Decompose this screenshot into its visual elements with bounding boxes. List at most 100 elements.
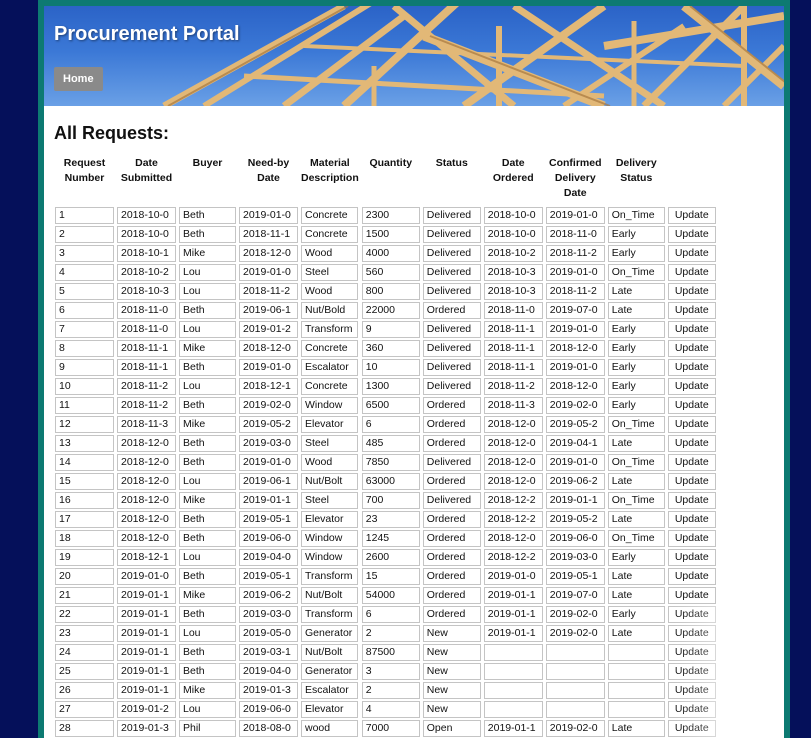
confirmed-delivery-date-field[interactable]: 2019-06-2 <box>545 473 605 490</box>
date-submitted-field[interactable]: 2019-01-3 <box>117 720 176 737</box>
buyer-field[interactable]: Lou <box>179 283 236 300</box>
material-description-field[interactable]: Generator <box>301 625 358 642</box>
confirmed-delivery-date-field[interactable]: 2019-05-2 <box>545 511 605 528</box>
quantity-field[interactable]: 15 <box>361 568 420 585</box>
need-by-date-field[interactable]: 2018-11-1 <box>239 226 298 243</box>
request-number-field[interactable]: 22 <box>55 606 114 623</box>
quantity-field[interactable]: 7000 <box>361 720 420 737</box>
buyer-field[interactable]: Beth <box>179 397 236 414</box>
buyer-field[interactable]: Beth <box>179 435 236 452</box>
request-number-field[interactable]: 15 <box>55 473 114 490</box>
quantity-field[interactable]: 2300 <box>361 207 420 224</box>
quantity-field[interactable]: 1245 <box>361 530 420 547</box>
date-submitted-field[interactable]: 2018-10-0 <box>117 207 176 224</box>
request-number-field[interactable]: 4 <box>55 264 114 281</box>
delivery-status-field[interactable]: Late <box>607 435 665 452</box>
material-description-field[interactable]: Window <box>301 549 358 566</box>
date-submitted-field[interactable]: 2018-12-0 <box>117 435 176 452</box>
date-submitted-field[interactable]: 2018-12-0 <box>117 473 176 490</box>
buyer-field[interactable]: Mike <box>179 492 236 509</box>
need-by-date-field[interactable]: 2019-01-0 <box>239 454 298 471</box>
delivery-status-field[interactable]: Early <box>607 606 665 623</box>
delivery-status-field[interactable] <box>607 682 665 699</box>
date-ordered-field[interactable] <box>483 663 543 680</box>
date-submitted-field[interactable]: 2019-01-1 <box>117 606 176 623</box>
buyer-field[interactable]: Mike <box>179 245 236 262</box>
material-description-field[interactable]: Elevator <box>301 701 358 718</box>
delivery-status-field[interactable]: On_Time <box>607 492 665 509</box>
material-description-field[interactable]: Elevator <box>301 416 358 433</box>
update-button[interactable]: Update <box>667 682 716 699</box>
date-submitted-field[interactable]: 2018-10-3 <box>117 283 176 300</box>
quantity-field[interactable]: 10 <box>361 359 420 376</box>
need-by-date-field[interactable]: 2018-12-0 <box>239 340 298 357</box>
buyer-field[interactable]: Lou <box>179 549 236 566</box>
quantity-field[interactable]: 1500 <box>361 226 420 243</box>
material-description-field[interactable]: Concrete <box>301 207 358 224</box>
status-field[interactable]: Delivered <box>422 378 481 395</box>
quantity-field[interactable]: 63000 <box>361 473 420 490</box>
date-ordered-field[interactable]: 2018-11-1 <box>483 359 543 376</box>
need-by-date-field[interactable]: 2019-03-0 <box>239 606 298 623</box>
delivery-status-field[interactable]: Early <box>607 340 665 357</box>
status-field[interactable]: Delivered <box>422 454 481 471</box>
request-number-field[interactable]: 19 <box>55 549 114 566</box>
request-number-field[interactable]: 17 <box>55 511 114 528</box>
material-description-field[interactable]: Elevator <box>301 511 358 528</box>
need-by-date-field[interactable]: 2019-05-1 <box>239 511 298 528</box>
need-by-date-field[interactable]: 2019-06-1 <box>239 473 298 490</box>
date-submitted-field[interactable]: 2018-12-0 <box>117 492 176 509</box>
status-field[interactable]: New <box>422 644 481 661</box>
date-ordered-field[interactable]: 2019-01-0 <box>483 568 543 585</box>
material-description-field[interactable]: Wood <box>301 283 358 300</box>
update-button[interactable]: Update <box>667 378 716 395</box>
date-submitted-field[interactable]: 2019-01-1 <box>117 663 176 680</box>
material-description-field[interactable]: Steel <box>301 435 358 452</box>
confirmed-delivery-date-field[interactable] <box>545 701 605 718</box>
update-button[interactable]: Update <box>667 359 716 376</box>
buyer-field[interactable]: Lou <box>179 625 236 642</box>
date-submitted-field[interactable]: 2018-12-1 <box>117 549 176 566</box>
update-button[interactable]: Update <box>667 397 716 414</box>
buyer-field[interactable]: Beth <box>179 663 236 680</box>
quantity-field[interactable]: 6 <box>361 606 420 623</box>
request-number-field[interactable]: 3 <box>55 245 114 262</box>
delivery-status-field[interactable]: Early <box>607 245 665 262</box>
quantity-field[interactable]: 360 <box>361 340 420 357</box>
status-field[interactable]: Ordered <box>422 397 481 414</box>
buyer-field[interactable]: Lou <box>179 473 236 490</box>
need-by-date-field[interactable]: 2018-12-0 <box>239 245 298 262</box>
date-submitted-field[interactable]: 2018-11-1 <box>117 359 176 376</box>
material-description-field[interactable]: Steel <box>301 264 358 281</box>
date-ordered-field[interactable]: 2018-10-2 <box>483 245 543 262</box>
update-button[interactable]: Update <box>667 454 716 471</box>
date-ordered-field[interactable] <box>483 701 543 718</box>
buyer-field[interactable]: Mike <box>179 587 236 604</box>
date-submitted-field[interactable]: 2018-11-2 <box>117 397 176 414</box>
request-number-field[interactable]: 20 <box>55 568 114 585</box>
request-number-field[interactable]: 21 <box>55 587 114 604</box>
update-button[interactable]: Update <box>667 321 716 338</box>
update-button[interactable]: Update <box>667 435 716 452</box>
date-submitted-field[interactable]: 2019-01-0 <box>117 568 176 585</box>
update-button[interactable]: Update <box>667 511 716 528</box>
date-ordered-field[interactable]: 2019-01-1 <box>483 720 543 737</box>
need-by-date-field[interactable]: 2019-03-0 <box>239 435 298 452</box>
status-field[interactable]: Ordered <box>422 530 481 547</box>
status-field[interactable]: New <box>422 625 481 642</box>
delivery-status-field[interactable]: Late <box>607 587 665 604</box>
material-description-field[interactable]: Transform <box>301 606 358 623</box>
material-description-field[interactable]: Nut/Bolt <box>301 473 358 490</box>
delivery-status-field[interactable] <box>607 663 665 680</box>
delivery-status-field[interactable]: Late <box>607 511 665 528</box>
date-submitted-field[interactable]: 2018-10-1 <box>117 245 176 262</box>
date-ordered-field[interactable]: 2019-01-1 <box>483 587 543 604</box>
material-description-field[interactable]: Concrete <box>301 340 358 357</box>
status-field[interactable]: Delivered <box>422 359 481 376</box>
material-description-field[interactable]: Escalator <box>301 682 358 699</box>
confirmed-delivery-date-field[interactable]: 2018-11-0 <box>545 226 605 243</box>
request-number-field[interactable]: 14 <box>55 454 114 471</box>
quantity-field[interactable]: 560 <box>361 264 420 281</box>
update-button[interactable]: Update <box>667 644 716 661</box>
request-number-field[interactable]: 12 <box>55 416 114 433</box>
